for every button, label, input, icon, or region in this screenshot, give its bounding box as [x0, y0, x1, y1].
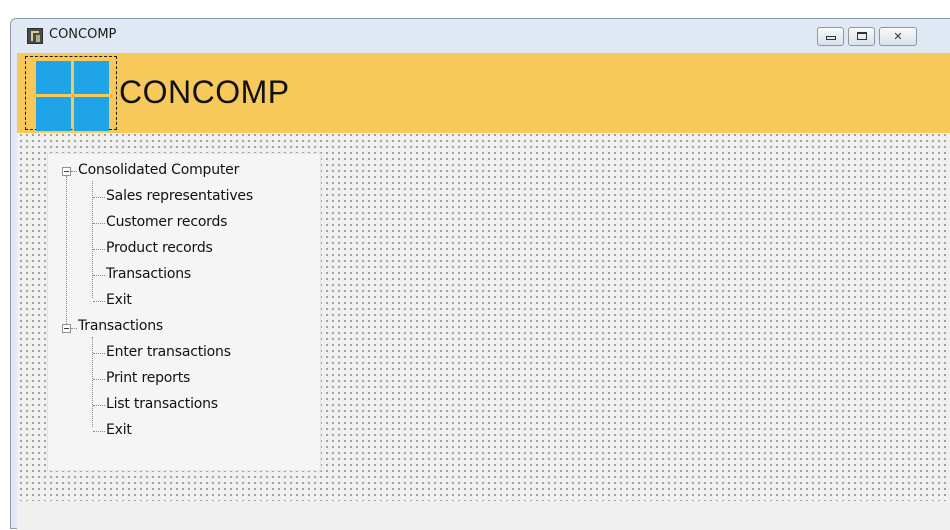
- tree-item-list-transactions[interactable]: List transactions: [106, 396, 218, 412]
- collapse-icon[interactable]: [62, 324, 71, 333]
- app-heading: CONCOMP: [119, 74, 290, 110]
- tree-item-transactions[interactable]: Transactions: [106, 266, 191, 282]
- maximize-icon: [856, 32, 867, 40]
- tree-item-enter-transactions[interactable]: Enter transactions: [106, 344, 231, 360]
- tree-group-transactions[interactable]: Transactions: [78, 318, 163, 334]
- logo-picturebox[interactable]: [25, 56, 117, 131]
- minimize-icon: [825, 36, 836, 40]
- header-panel: CONCOMP: [17, 53, 950, 133]
- maximize-button[interactable]: [848, 27, 875, 46]
- tree-item-sales-representatives[interactable]: Sales representatives: [106, 188, 253, 204]
- tree-group-consolidated-computer[interactable]: Consolidated Computer: [78, 162, 239, 178]
- tree-item-product-records[interactable]: Product records: [106, 240, 213, 256]
- collapse-icon[interactable]: [62, 167, 71, 176]
- close-icon: ✕: [893, 30, 903, 43]
- form-design-surface[interactable]: CONCOMP Consolidated Computer Sales repr…: [17, 53, 950, 501]
- tree-item-print-reports[interactable]: Print reports: [106, 370, 190, 386]
- windows-logo-icon: [36, 61, 109, 131]
- tree-item-customer-records[interactable]: Customer records: [106, 214, 227, 230]
- close-button[interactable]: ✕: [879, 27, 917, 46]
- title-bar[interactable]: CONCOMP ✕: [11, 19, 950, 53]
- navigation-treeview[interactable]: Consolidated Computer Sales representati…: [47, 153, 321, 471]
- minimize-button[interactable]: [817, 27, 844, 46]
- app-icon[interactable]: [27, 28, 43, 44]
- main-window: CONCOMP ✕ CONCOMP Consolidated Computer: [10, 18, 950, 530]
- bottom-strip: [17, 501, 950, 530]
- tree-item-exit[interactable]: Exit: [106, 422, 132, 438]
- window-title: CONCOMP: [49, 27, 117, 42]
- tree-item-exit[interactable]: Exit: [106, 292, 132, 308]
